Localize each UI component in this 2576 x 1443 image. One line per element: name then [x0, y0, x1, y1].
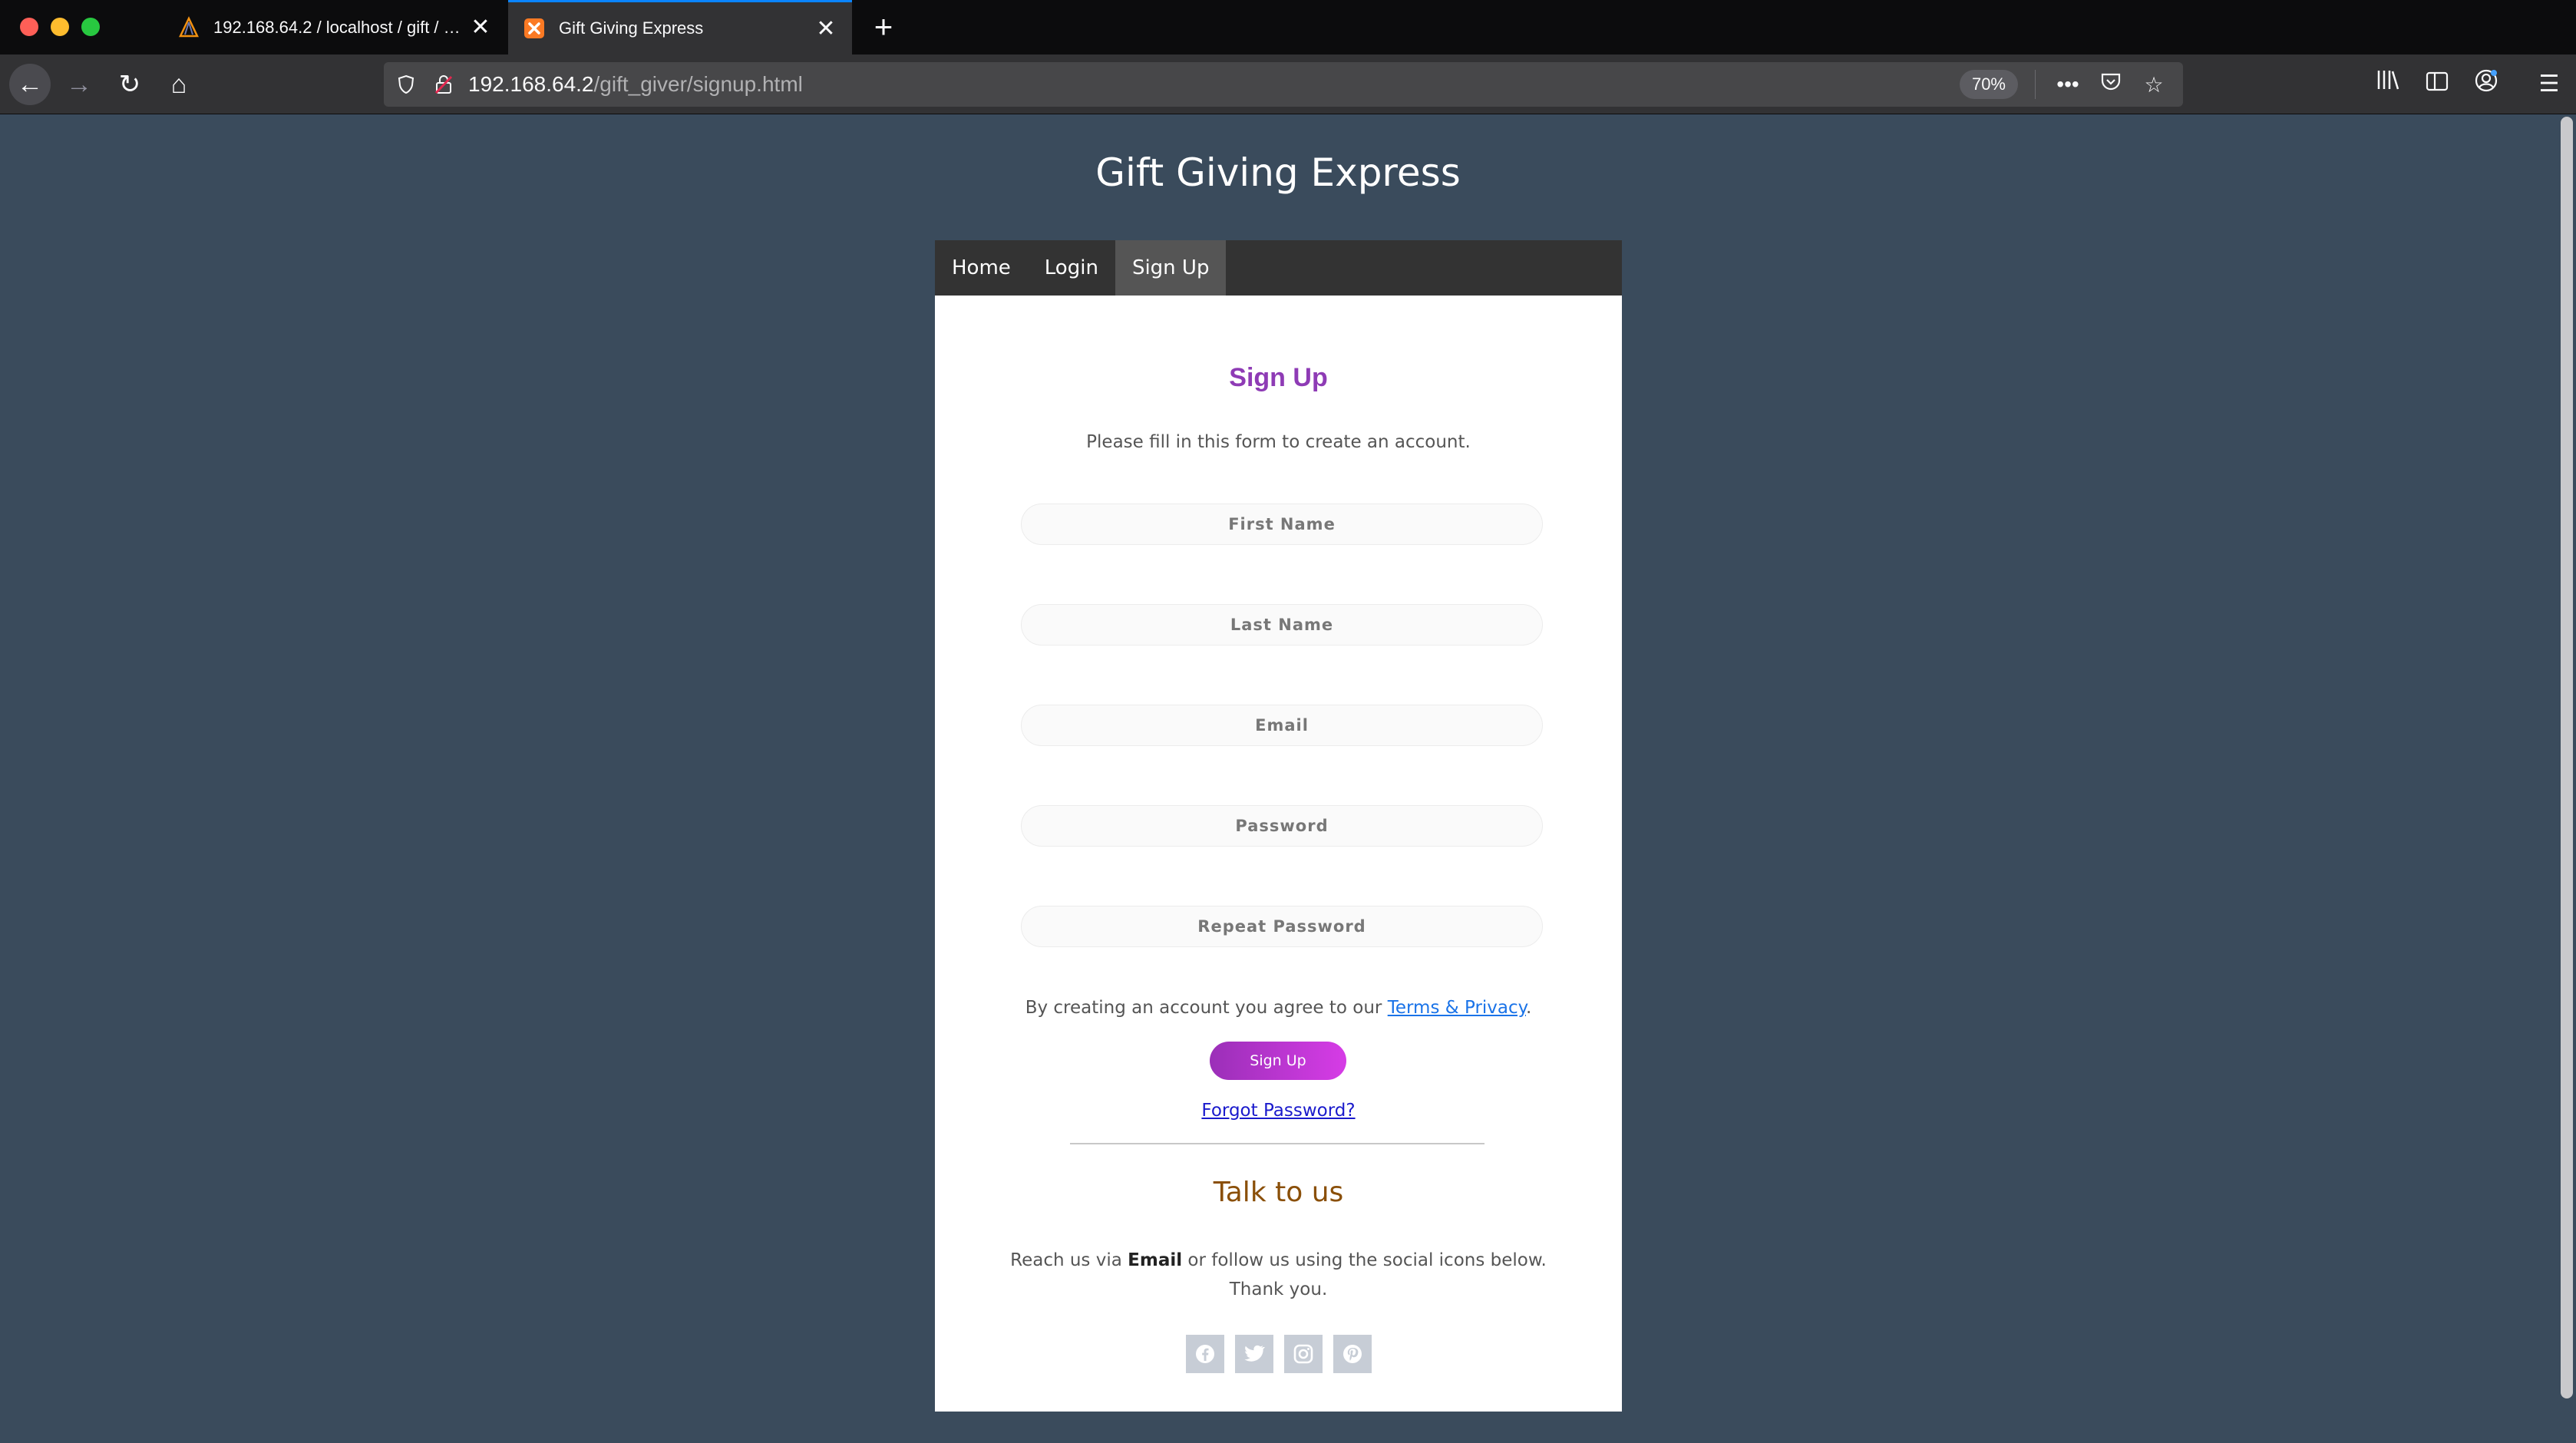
bookmark-star-icon[interactable]: ☆ [2140, 72, 2168, 97]
page-actions-icon[interactable]: ••• [2054, 72, 2082, 97]
site-nav: Home Login Sign Up [935, 240, 1622, 296]
window-close-button[interactable] [20, 18, 38, 36]
email-field[interactable] [1021, 705, 1543, 746]
tracking-shield-icon[interactable] [398, 74, 421, 94]
url-separator [2035, 70, 2036, 99]
pocket-icon[interactable] [2097, 72, 2125, 97]
close-tab-icon[interactable]: ✕ [465, 14, 496, 41]
contact-suffix: or follow us using the social icons belo… [1182, 1250, 1547, 1270]
address-bar[interactable]: 192.168.64.2/gift_giver/signup.html 70% … [384, 62, 2183, 107]
browser-toolbar: ← → ↻ ⌂ 192.168.64.2/gift_giver/signup.h… [0, 54, 2576, 114]
new-tab-icon[interactable]: + [864, 8, 903, 46]
last-name-field[interactable] [1021, 604, 1543, 646]
talk-heading: Talk to us [1213, 1177, 1344, 1208]
sidebar-icon[interactable] [2421, 68, 2453, 101]
nav-login-link[interactable]: Login [1028, 240, 1115, 296]
account-icon[interactable] [2470, 68, 2502, 101]
reload-icon[interactable]: ↻ [109, 64, 150, 105]
url-path: /gift_giver/signup.html [593, 72, 803, 96]
tab-title: Gift Giving Express [559, 18, 704, 38]
nav-signup-link[interactable]: Sign Up [1115, 240, 1227, 296]
zoom-level-badge[interactable]: 70% [1959, 70, 2018, 99]
social-icons [1186, 1335, 1372, 1373]
signup-submit-button[interactable]: Sign Up [1210, 1042, 1346, 1080]
password-field[interactable] [1021, 805, 1543, 847]
terms-suffix: . [1526, 998, 1532, 1018]
tab-phpmyadmin[interactable]: 192.168.64.2 / localhost / gift / … ✕ [163, 0, 507, 54]
page-scrollbar-thumb[interactable] [2561, 117, 2573, 1398]
section-divider [1070, 1143, 1485, 1144]
insecure-lock-icon[interactable] [434, 74, 457, 94]
menu-hamburger-icon[interactable]: ☰ [2533, 68, 2565, 101]
form-heading: Sign Up [1229, 363, 1328, 392]
tab-gift-giving-express[interactable]: Gift Giving Express ✕ [508, 0, 852, 54]
signup-card: Sign Up Please fill in this form to crea… [935, 296, 1622, 1412]
browser-tab-bar: 192.168.64.2 / localhost / gift / … ✕ Gi… [0, 0, 2576, 54]
home-icon[interactable]: ⌂ [158, 64, 200, 105]
terms-privacy-link[interactable]: Terms & Privacy [1388, 998, 1526, 1018]
contact-email-label: Email [1128, 1250, 1183, 1270]
forward-arrow-icon[interactable]: → [58, 64, 100, 105]
library-icon[interactable] [2372, 68, 2404, 101]
window-zoom-button[interactable] [81, 18, 100, 36]
url-host: 192.168.64.2 [468, 72, 594, 96]
back-arrow-icon[interactable]: ← [9, 64, 51, 105]
window-minimize-button[interactable] [51, 18, 69, 36]
forgot-password-row: Forgot Password? [935, 1101, 1622, 1121]
facebook-icon[interactable] [1186, 1335, 1224, 1373]
terms-prefix: By creating an account you agree to our [1025, 998, 1388, 1018]
first-name-field[interactable] [1021, 504, 1543, 545]
close-tab-icon[interactable]: ✕ [811, 15, 841, 42]
pinterest-icon[interactable] [1333, 1335, 1372, 1373]
nav-home-link[interactable]: Home [935, 240, 1028, 296]
contact-text: Reach us via Email or follow us using th… [935, 1246, 1622, 1304]
xampp-icon [522, 16, 547, 41]
site-title: Gift Giving Express [1095, 150, 1461, 195]
forgot-password-link[interactable]: Forgot Password? [1201, 1101, 1355, 1121]
contact-thanks: Thank you. [1229, 1280, 1328, 1299]
twitter-icon[interactable] [1235, 1335, 1273, 1373]
tab-title: 192.168.64.2 / localhost / gift / … [213, 17, 461, 37]
phpmyadmin-sail-icon [177, 15, 201, 40]
instagram-icon[interactable] [1284, 1335, 1323, 1373]
contact-prefix: Reach us via [1010, 1250, 1128, 1270]
form-subtitle: Please fill in this form to create an ac… [1086, 432, 1471, 452]
repeat-password-field[interactable] [1021, 906, 1543, 947]
terms-text: By creating an account you agree to our … [935, 998, 1622, 1018]
